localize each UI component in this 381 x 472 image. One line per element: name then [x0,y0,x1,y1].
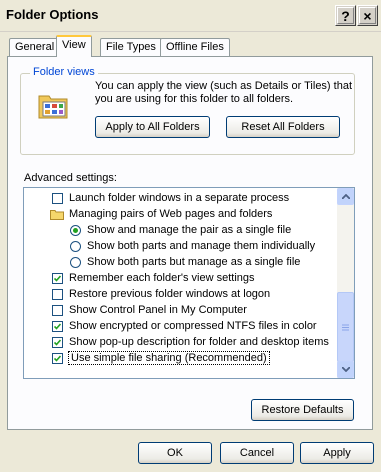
list-item-label: Remember each folder's view settings [69,272,255,284]
checkbox[interactable] [52,288,63,300]
list-item[interactable]: Show pop-up description for folder and d… [52,334,329,350]
window-title: Folder Options [6,7,99,22]
help-button[interactable]: ? [335,5,356,26]
list-item-label: Show both parts but manage as a single f… [87,256,301,268]
folder-views-icon [38,95,68,119]
list-item[interactable]: Use simple file sharing (Recommended) [52,350,270,366]
advanced-settings-label: Advanced settings: [24,172,117,184]
title-bar: Folder Options ? × [0,0,381,32]
tab-view[interactable]: View [56,35,92,57]
tab-file-types[interactable]: File Types [100,38,162,56]
chevron-up-icon [341,194,350,199]
help-icon: ? [337,7,354,24]
list-item[interactable]: Show and manage the pair as a single fil… [70,222,291,238]
tab-general[interactable]: General [9,38,61,56]
checkmark-icon [54,322,61,330]
list-item[interactable]: Launch folder windows in a separate proc… [52,190,289,206]
list-item[interactable]: Show both parts but manage as a single f… [70,254,300,270]
list-item[interactable]: Restore previous folder windows at logon [52,286,270,302]
vertical-scrollbar[interactable] [337,188,354,378]
list-item[interactable]: Show encrypted or compressed NTFS files … [52,318,317,334]
checkbox[interactable] [52,272,63,284]
folder-icon [50,209,64,220]
apply-button[interactable]: Apply [300,442,374,464]
checkbox[interactable] [52,304,63,316]
list-item-label: Show and manage the pair as a single fil… [87,224,292,236]
advanced-settings-list[interactable]: Launch folder windows in a separate proc… [23,187,355,379]
scroll-up-button[interactable] [337,188,354,205]
checkmark-icon [54,338,61,346]
apply-to-all-folders-button[interactable]: Apply to All Folders [95,116,210,138]
list-item-label: Show both parts and manage them individu… [87,240,316,252]
checkmark-icon [54,274,61,282]
scroll-down-button[interactable] [337,361,354,378]
list-item-label: Use simple file sharing (Recommended) [68,351,270,365]
list-item-label: Managing pairs of Web pages and folders [69,208,273,220]
list-item[interactable]: Show Control Panel in My Computer [52,302,247,318]
radio-button[interactable] [70,224,81,236]
checkbox[interactable] [52,352,63,364]
list-item-label: Launch folder windows in a separate proc… [69,192,290,204]
checkbox[interactable] [52,336,63,348]
list-item-label: Show encrypted or compressed NTFS files … [69,320,317,332]
grip-icon [342,324,349,330]
scroll-thumb[interactable] [337,292,354,362]
checkmark-icon [54,354,61,362]
list-item[interactable]: Show both parts and manage them individu… [70,238,315,254]
checkbox[interactable] [52,192,63,204]
list-item[interactable]: Remember each folder's view settings [52,270,255,286]
chevron-down-icon [341,367,350,372]
tab-offline-files[interactable]: Offline Files [160,38,230,56]
cancel-button[interactable]: Cancel [220,442,294,464]
list-item-label: Restore previous folder windows at logon [69,288,271,300]
radio-selected-dot [73,227,78,233]
close-button[interactable]: × [357,5,378,26]
list-item-label: Show pop-up description for folder and d… [69,336,329,348]
restore-defaults-button[interactable]: Restore Defaults [251,399,354,421]
folder-views-title: Folder views [30,66,98,78]
list-item: Managing pairs of Web pages and folders [50,206,272,222]
ok-button[interactable]: OK [138,442,212,464]
close-icon: × [359,7,376,24]
folder-views-description: You can apply the view (such as Details … [95,80,353,105]
radio-button[interactable] [70,240,81,252]
list-item-label: Show Control Panel in My Computer [69,304,247,316]
radio-button[interactable] [70,256,81,268]
checkbox[interactable] [52,320,63,332]
reset-all-folders-button[interactable]: Reset All Folders [226,116,340,138]
